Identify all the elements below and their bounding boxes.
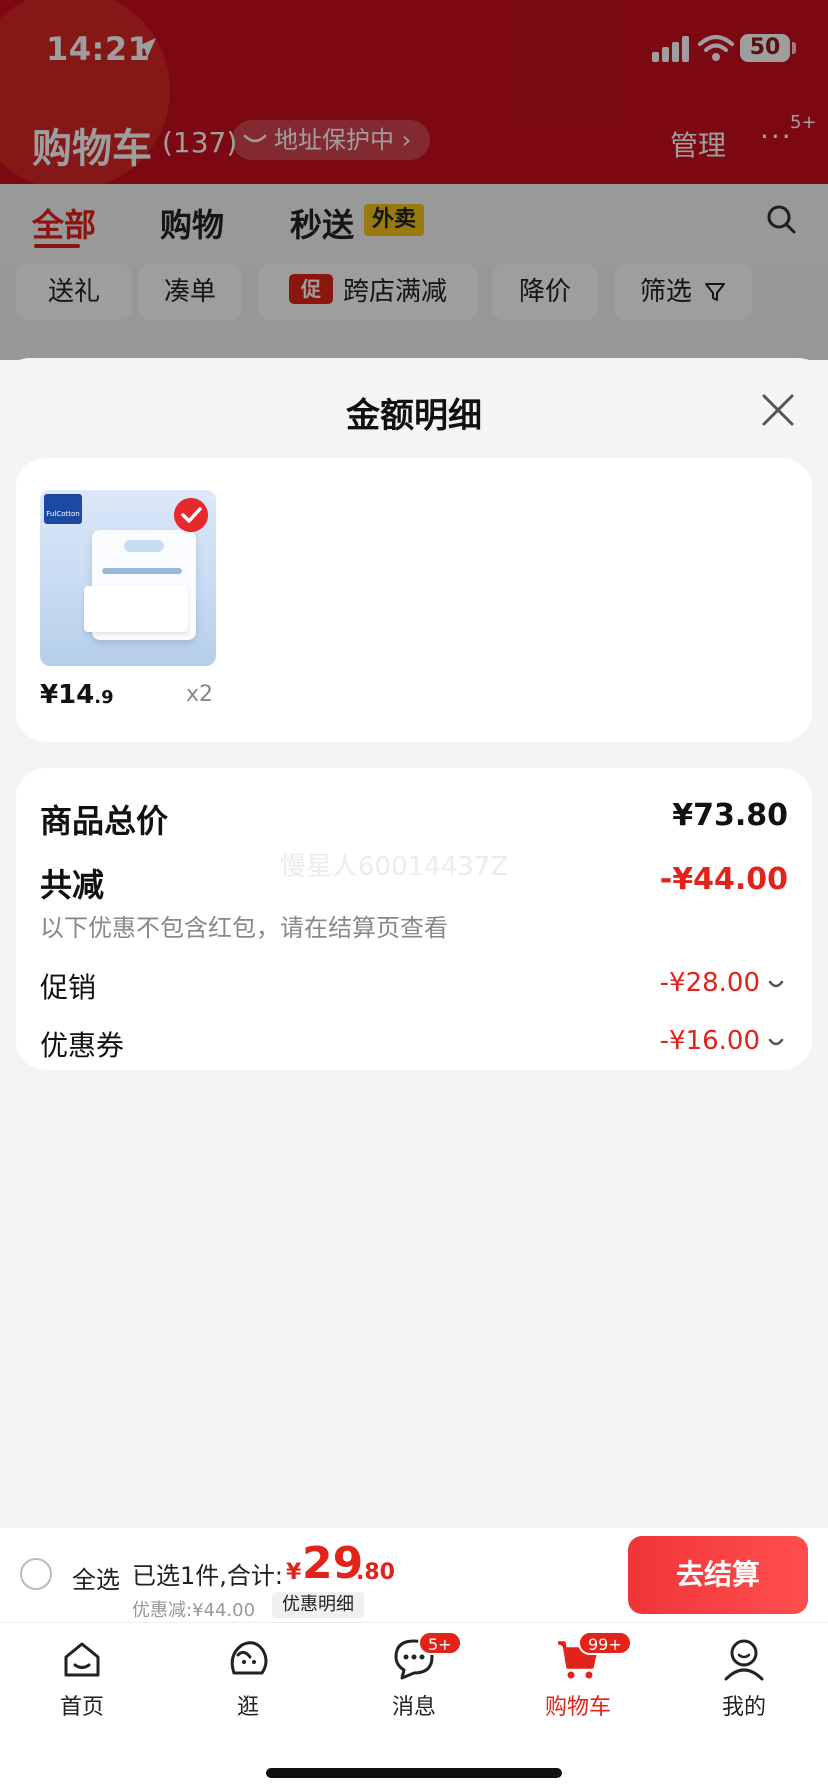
messages-badge: 5+ — [418, 1631, 462, 1655]
modal-backdrop[interactable] — [0, 0, 828, 360]
coupon-value: -¥16.00 — [659, 1026, 760, 1056]
promo-value: -¥28.00 — [659, 968, 760, 998]
select-all-radio[interactable] — [20, 1558, 52, 1590]
home-icon — [64, 1642, 100, 1677]
item-price: ¥14.9 — [40, 680, 114, 710]
selected-items-card: FulCotton ¥14.9 x2 — [16, 458, 812, 742]
discount-detail-button[interactable]: 优惠明细 — [272, 1592, 364, 1618]
item-quantity: x2 — [186, 682, 214, 707]
total-currency: ¥ — [286, 1560, 302, 1585]
total-integer: 29 — [302, 1538, 364, 1589]
coupon-label: 优惠券 — [40, 1029, 125, 1062]
total-price-value: ¥73.80 — [672, 798, 788, 833]
bottom-navigation: 首页 逛 5+ 消息 99+ 购物车 我的 — [0, 1622, 828, 1792]
brand-name: FulCotton — [46, 510, 80, 518]
cart-badge: 99+ — [578, 1631, 632, 1655]
select-all-label[interactable]: 全选 — [72, 1560, 120, 1595]
sheet-title: 金额明细 — [346, 396, 482, 436]
nav-label: 消息 — [391, 1695, 436, 1720]
item-price-integer: ¥14 — [40, 680, 95, 710]
total-price-label: 商品总价 — [40, 802, 169, 840]
product-image[interactable]: FulCotton — [40, 490, 216, 666]
close-icon[interactable] — [756, 388, 800, 432]
item-price-decimal: .9 — [94, 687, 114, 708]
amount-detail-sheet: 金额明细 FulCotton ¥14.9 x2 商品总价 ¥73.80 共减 -… — [0, 358, 828, 1528]
brand-logo: FulCotton — [44, 494, 82, 524]
discount-amount: 优惠减:¥44.00 — [132, 1600, 256, 1621]
promo-label: 促销 — [40, 971, 97, 1004]
total-reduction-value: -¥44.00 — [659, 862, 788, 897]
nav-label: 我的 — [721, 1695, 766, 1720]
total-decimal: .80 — [356, 1560, 395, 1585]
discount-note: 以下优惠不包含红包，请在结算页查看 — [40, 914, 448, 942]
checkout-bar: 全选 已选1件,合计: ¥ 29 .80 优惠减:¥44.00 优惠明细 去结算 — [0, 1528, 828, 1622]
watermark: 慢星人60014437Z — [280, 852, 509, 882]
nav-home[interactable]: 首页 — [22, 1635, 142, 1721]
nav-profile[interactable]: 我的 — [684, 1635, 804, 1721]
package-handle — [124, 540, 164, 552]
total-reduction-label: 共减 — [40, 866, 105, 904]
selected-count-text: 已选1件,合计: — [132, 1562, 283, 1590]
nav-label: 首页 — [59, 1695, 104, 1720]
product-wipes — [84, 586, 188, 632]
nav-browse[interactable]: 逛 — [188, 1635, 308, 1721]
nav-label: 购物车 — [544, 1695, 611, 1720]
nav-cart[interactable]: 99+ 购物车 — [518, 1631, 638, 1721]
price-summary-card: 商品总价 ¥73.80 共减 -¥44.00 以下优惠不包含红包，请在结算页查看… — [16, 768, 812, 1070]
checkout-button[interactable]: 去结算 — [628, 1536, 808, 1614]
nav-messages[interactable]: 5+ 消息 — [354, 1631, 474, 1721]
profile-icon — [724, 1639, 764, 1681]
chevron-down-icon — [768, 1038, 784, 1046]
chevron-down-icon — [768, 980, 784, 988]
browse-icon — [230, 1641, 268, 1675]
selected-check-icon — [174, 498, 208, 532]
package-text — [102, 568, 182, 574]
nav-label: 逛 — [236, 1695, 259, 1720]
home-indicator — [266, 1768, 562, 1778]
